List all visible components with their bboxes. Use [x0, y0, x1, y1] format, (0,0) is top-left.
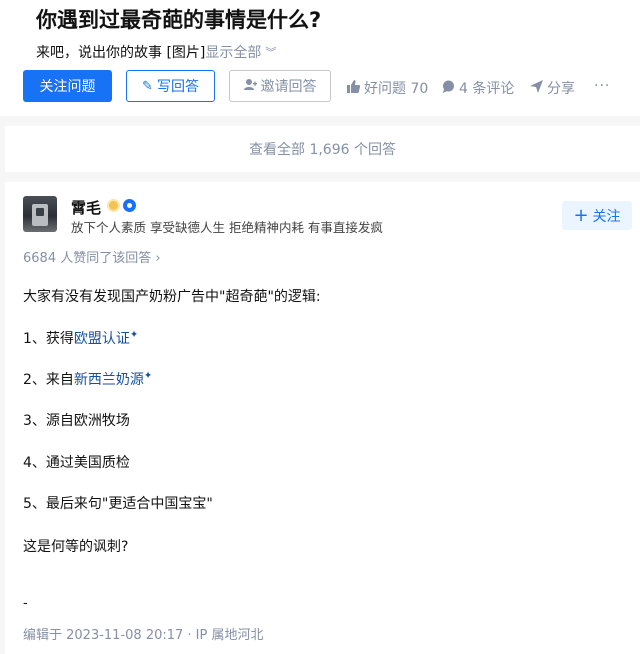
vote-info[interactable]: 6684 人赞同了该回答 › [23, 247, 161, 266]
list-item: 4、通过美国质检 [23, 455, 130, 471]
plus-icon: + [573, 204, 589, 226]
share-label: 分享 [547, 81, 575, 97]
pencil-icon: ✎ [142, 78, 153, 94]
comments-label: 4 条评论 [459, 81, 515, 97]
verified-badge-icon [123, 199, 136, 212]
avatar[interactable] [23, 196, 57, 232]
answer-intro: 大家有没有发现国产奶粉广告中"超奇葩"的逻辑: [23, 289, 321, 305]
view-all-answers-button[interactable]: 查看全部 1,696 个回答 [5, 126, 640, 172]
write-answer-label: 写回答 [156, 79, 199, 95]
share-button[interactable]: 分享 [530, 78, 575, 98]
follow-author-label: 关注 [592, 208, 621, 225]
author-bio: 放下个人素质 享受缺德人生 拒绝精神内耗 有事直接发疯 [71, 220, 383, 235]
separator-dash: - [23, 596, 28, 611]
person-plus-icon [243, 78, 257, 95]
author-name[interactable]: 霄毛 [71, 197, 101, 218]
item2-prefix: 2、来自 [23, 372, 74, 388]
follow-author-button[interactable]: + 关注 [562, 201, 632, 230]
eu-certification-link[interactable]: 欧盟认证 [74, 331, 130, 347]
expand-detail-button[interactable]: 显示全部 [205, 45, 261, 61]
chevron-down-icon[interactable]: ︾ [265, 44, 276, 60]
list-item: 2、来自新西兰奶源✦ [23, 369, 152, 389]
question-detail-text: 来吧，说出你的故事 [图片] [36, 45, 206, 61]
question-detail: 来吧，说出你的故事 [图片]显示全部 ︾ [36, 42, 276, 62]
thumb-up-icon [347, 79, 361, 97]
more-options-button[interactable]: ··· [594, 78, 610, 94]
answer-card: 霄毛 放下个人素质 享受缺德人生 拒绝精神内耗 有事直接发疯 + 关注 6684 … [5, 182, 640, 654]
invite-answer-label: 邀请回答 [260, 79, 317, 95]
good-question-button[interactable]: 好问题 70 [347, 78, 428, 98]
paper-plane-icon [530, 79, 543, 97]
sparkle-icon: ✦ [143, 370, 153, 382]
list-item: 3、源自欧洲牧场 [23, 413, 130, 429]
question-header: 你遇到过最奇葩的事情是什么? 来吧，说出你的故事 [图片]显示全部 ︾ 关注问题 … [0, 0, 640, 116]
question-title[interactable]: 你遇到过最奇葩的事情是什么? [36, 4, 321, 34]
invite-answer-button[interactable]: 邀请回答 [229, 70, 331, 102]
list-item: 5、最后来句"更适合中国宝宝" [23, 496, 213, 512]
sparkle-icon: ✦ [129, 329, 139, 341]
comments-button[interactable]: 4 条评论 [442, 78, 514, 98]
item1-prefix: 1、获得 [23, 331, 74, 347]
level-badge-icon [107, 199, 120, 212]
answer-conclusion: 这是何等的讽刺? [23, 539, 129, 555]
comment-bubble-icon [442, 80, 455, 97]
follow-question-button[interactable]: 关注问题 [23, 70, 112, 102]
good-question-label: 好问题 70 [364, 81, 429, 97]
edit-info: 编辑于 2023-11-08 20:17 · IP 属地河北 [23, 628, 264, 643]
nz-milk-source-link[interactable]: 新西兰奶源 [74, 372, 144, 388]
list-item: 1、获得欧盟认证✦ [23, 328, 138, 348]
write-answer-button[interactable]: ✎ 写回答 [126, 70, 215, 102]
